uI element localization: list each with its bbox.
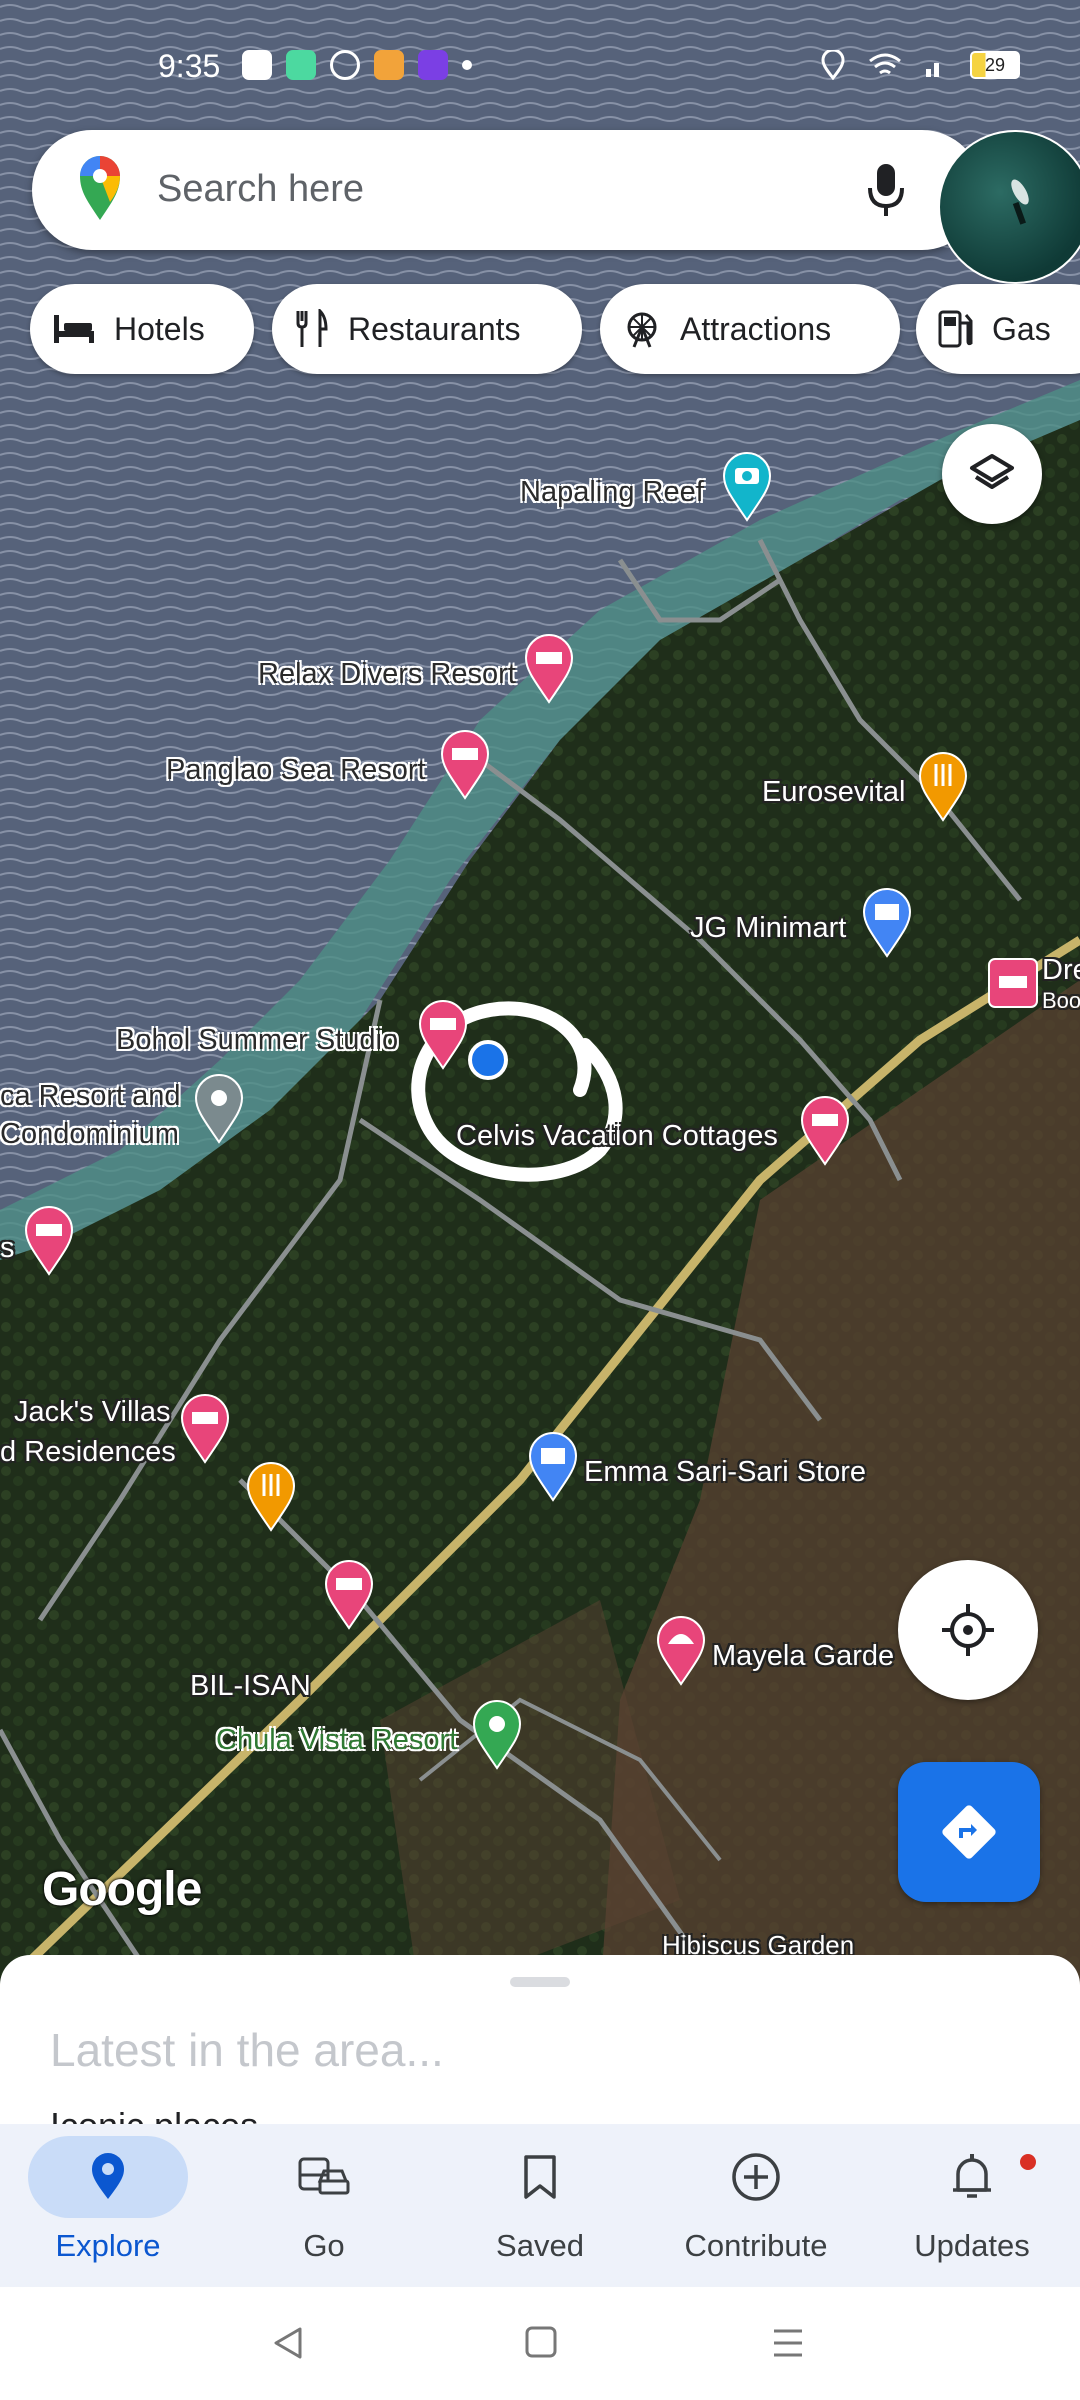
status-time: 9:35 <box>158 48 221 84</box>
sheet-drag-handle[interactable] <box>510 1977 570 1987</box>
bed-icon <box>54 315 94 343</box>
chip-hotels[interactable]: Hotels <box>30 284 254 374</box>
nav-label: Saved <box>496 2228 584 2263</box>
map-label[interactable]: d Residences <box>0 1436 176 1469</box>
map-label[interactable]: JG Minimart <box>690 912 846 945</box>
sheet-headline: Latest in the area... <box>50 2024 444 2076</box>
map-label[interactable]: s <box>0 1232 15 1265</box>
back-icon[interactable] <box>270 2325 306 2361</box>
youtube-icon <box>242 50 272 80</box>
google-icon <box>330 50 360 80</box>
map-label[interactable]: Bohol Summer Studio <box>116 1024 398 1057</box>
map-label[interactable]: Relax Divers Resort <box>258 658 516 691</box>
restaurant-pin-icon[interactable] <box>246 1462 296 1532</box>
nav-label: Explore <box>55 2228 161 2263</box>
map-label[interactable]: Napaling Reef <box>520 476 704 509</box>
photos-icon <box>374 50 404 80</box>
search-input[interactable]: Search here <box>157 168 364 211</box>
map-label[interactable]: ca Resort and <box>0 1080 181 1113</box>
layers-icon <box>970 454 1014 489</box>
chat-icon <box>286 50 316 80</box>
system-navigation-bar <box>0 2287 1080 2400</box>
restaurant-pin-icon[interactable] <box>918 752 968 822</box>
home-icon[interactable] <box>524 2325 558 2359</box>
hotel-pin-icon[interactable] <box>418 1000 468 1070</box>
account-avatar[interactable] <box>938 130 1080 284</box>
my-location-dot <box>468 1040 508 1080</box>
map-label[interactable]: Dre <box>1042 954 1080 987</box>
hotel-pin-icon[interactable] <box>524 634 574 704</box>
hotel-pin-icon[interactable] <box>324 1560 374 1630</box>
map-label[interactable]: Panglao Sea Resort <box>166 754 426 787</box>
location-pin-icon <box>92 2153 124 2199</box>
hotel-pin-icon[interactable] <box>800 1096 850 1166</box>
bottom-navigation: Explore Go Saved Contribute Updates <box>0 2124 1080 2287</box>
hotel-square-icon[interactable] <box>988 958 1038 1008</box>
chip-gas[interactable]: Gas <box>916 284 1080 374</box>
add-circle-icon <box>732 2153 780 2201</box>
category-chips: Hotels Restaurants Attractions Gas <box>30 284 1080 374</box>
nav-label: Contribute <box>684 2228 828 2263</box>
search-bar[interactable]: Search here <box>32 130 982 250</box>
nav-go[interactable]: Go <box>216 2124 432 2287</box>
map-label[interactable]: BIL-ISAN <box>190 1670 311 1703</box>
nav-explore[interactable]: Explore <box>0 2124 216 2287</box>
google-logo: Google <box>42 1863 202 1916</box>
map-label[interactable]: Mayela Garde <box>712 1640 894 1673</box>
nav-updates[interactable]: Updates <box>864 2124 1080 2287</box>
crosshair-icon <box>942 1604 994 1656</box>
chip-label: Attractions <box>680 310 832 347</box>
recents-icon[interactable] <box>770 2325 806 2361</box>
place-pin-icon[interactable] <box>194 1074 244 1144</box>
more-notifications-dot <box>462 60 472 70</box>
chip-restaurants[interactable]: Restaurants <box>272 284 582 374</box>
app-icon <box>418 50 448 80</box>
status-bar: 9:35 29 <box>0 40 1080 100</box>
commute-icon <box>298 2157 350 2195</box>
map-label[interactable]: Condominium <box>0 1118 179 1151</box>
nav-contribute[interactable]: Contribute <box>648 2124 864 2287</box>
chip-label: Hotels <box>114 310 205 347</box>
bookmark-icon <box>524 2155 556 2199</box>
google-maps-logo-icon <box>80 156 120 220</box>
layers-button[interactable] <box>942 424 1042 524</box>
notification-badge <box>1018 2152 1038 2172</box>
bell-icon <box>953 2154 991 2198</box>
directions-icon <box>942 1805 996 1859</box>
nav-label: Updates <box>914 2228 1030 2263</box>
chip-attractions[interactable]: Attractions <box>600 284 900 374</box>
park-pin-icon[interactable] <box>472 1700 522 1770</box>
battery-level: 29 <box>984 54 1006 75</box>
microphone-icon[interactable] <box>862 160 910 220</box>
map-label[interactable]: Celvis Vacation Cottages <box>456 1120 778 1153</box>
fork-knife-icon <box>296 309 328 347</box>
nav-label: Go <box>303 2228 345 2263</box>
attraction-pin-icon[interactable] <box>722 452 772 522</box>
hotel-pin-icon[interactable] <box>24 1206 74 1276</box>
signal-icon <box>926 63 939 77</box>
shop-pin-icon[interactable] <box>528 1432 578 1502</box>
hotel-pin-icon[interactable] <box>180 1394 230 1464</box>
hotel-pin-icon[interactable] <box>440 730 490 800</box>
avatar-image <box>1011 179 1029 225</box>
ferris-wheel-icon <box>627 312 657 348</box>
map-label[interactable]: Boo <box>1042 988 1080 1014</box>
map-label[interactable]: Emma Sari-Sari Store <box>584 1456 866 1489</box>
my-location-button[interactable] <box>898 1560 1038 1700</box>
wifi-icon <box>869 53 901 75</box>
map-label[interactable]: Chula Vista Resort <box>216 1724 457 1757</box>
beach-pin-icon[interactable] <box>656 1616 706 1686</box>
nav-saved[interactable]: Saved <box>432 2124 648 2287</box>
explore-bottom-sheet[interactable]: Latest in the area... Iconic places <box>0 1955 1080 2146</box>
chip-label: Restaurants <box>348 310 521 347</box>
map-label[interactable]: Eurosevital <box>762 776 905 809</box>
map-label[interactable]: Jack's Villas <box>14 1396 171 1429</box>
directions-button[interactable] <box>898 1762 1040 1902</box>
gas-pump-icon <box>938 310 973 348</box>
shop-pin-icon[interactable] <box>862 888 912 958</box>
battery-indicator: 29 <box>970 51 1020 79</box>
chip-label: Gas <box>992 310 1051 347</box>
location-icon <box>821 50 845 80</box>
